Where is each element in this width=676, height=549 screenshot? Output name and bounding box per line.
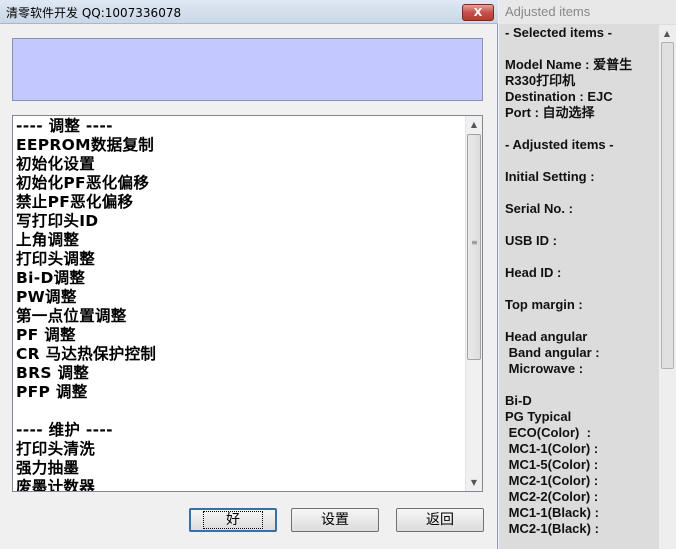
list-item[interactable]: 初始化PF恶化偏移 xyxy=(16,174,464,193)
list-item[interactable]: Bi-D调整 xyxy=(16,269,464,288)
list-item[interactable]: 初始化设置 xyxy=(16,155,464,174)
panel-line: Initial Setting : xyxy=(505,169,595,184)
panel-line: Port : 自动选择 xyxy=(505,105,595,120)
list-item[interactable]: 打印头清洗 xyxy=(16,440,464,459)
list-item[interactable]: CR 马达热保护控制 xyxy=(16,345,464,364)
panel-line xyxy=(505,41,657,57)
list-item[interactable]: EEPROM数据复制 xyxy=(16,136,464,155)
list-item[interactable]: 上角调整 xyxy=(16,231,464,250)
list-item[interactable]: 废墨计数器 xyxy=(16,478,464,491)
list-scrollbar[interactable]: ▲ ≡ ▼ xyxy=(465,116,482,491)
ok-button[interactable]: 好 xyxy=(189,508,277,532)
function-listbox[interactable]: ---- 调整 ---- EEPROM数据复制 初始化设置 初始化PF恶化偏移 禁止PF… xyxy=(12,115,483,492)
list-item[interactable] xyxy=(16,402,464,421)
list-item[interactable]: 写打印头ID xyxy=(16,212,464,231)
panel-line xyxy=(505,185,657,201)
scroll-thumb[interactable]: ≡ xyxy=(467,134,481,360)
list-item[interactable]: BRS 调整 xyxy=(16,364,464,383)
panel-line: Band angular : xyxy=(505,345,600,360)
panel-line: MC1-1(Color) : xyxy=(505,441,599,456)
panel-line: USB ID : xyxy=(505,233,557,248)
panel-line xyxy=(505,217,657,233)
panel-line: Serial No. : xyxy=(505,201,573,216)
ok-button-label: 好 xyxy=(203,511,263,529)
panel-line: MC2-2(Color) : xyxy=(505,489,599,504)
panel-line xyxy=(505,153,657,169)
panel-line: Microwave : xyxy=(505,361,584,376)
list-item[interactable]: ---- 维护 ---- xyxy=(16,421,464,440)
panel-line: PG Typical xyxy=(505,409,572,424)
panel-scroll-thumb[interactable] xyxy=(661,42,674,369)
panel-content: - Selected items - Model Name : 爱普生 R330打印… xyxy=(505,25,657,537)
panel-line xyxy=(505,281,657,297)
panel-line: ECO(Color) : xyxy=(505,425,591,440)
panel-line xyxy=(505,313,657,329)
panel-line: Top margin : xyxy=(505,297,583,312)
scroll-up-arrow-icon[interactable]: ▲ xyxy=(466,116,482,133)
list-item[interactable]: PFP 调整 xyxy=(16,383,464,402)
settings-button[interactable]: 设置 xyxy=(291,508,379,532)
panel-line xyxy=(505,121,657,137)
panel-scrollbar[interactable]: ▲ xyxy=(659,25,676,549)
list-items: ---- 调整 ---- EEPROM数据复制 初始化设置 初始化PF恶化偏移 禁止PF… xyxy=(16,117,464,491)
panel-line: Destination : EJC xyxy=(505,89,613,104)
list-item[interactable]: 打印头调整 xyxy=(16,250,464,269)
panel-line: MC2-1(Black) : xyxy=(505,521,599,536)
panel-line: - Selected items - xyxy=(505,25,612,40)
list-item[interactable]: PF 调整 xyxy=(16,326,464,345)
back-button[interactable]: 返回 xyxy=(396,508,484,532)
window-title: 清零软件开发 QQ:1007336078 xyxy=(6,6,182,20)
status-display-box xyxy=(12,38,483,101)
panel-line: - Adjusted items - xyxy=(505,137,614,152)
list-item[interactable]: 强力抽墨 xyxy=(16,459,464,478)
panel-line: Model Name : 爱普生 xyxy=(505,57,633,72)
panel-line: Head angular xyxy=(505,329,588,344)
panel-line: Bi-D xyxy=(505,393,532,408)
scroll-up-arrow-icon[interactable]: ▲ xyxy=(659,25,675,42)
panel-line: Head ID : xyxy=(505,265,562,280)
adjusted-items-panel: Adjusted items - Selected items - Model N… xyxy=(499,0,676,549)
scroll-down-arrow-icon[interactable]: ▼ xyxy=(466,474,482,491)
grip-icon: ≡ xyxy=(471,238,478,247)
title-bar: 清零软件开发 QQ:1007336078 X xyxy=(0,0,498,24)
list-item[interactable]: 禁止PF恶化偏移 xyxy=(16,193,464,212)
panel-line xyxy=(505,249,657,265)
panel-line: MC1-1(Black) : xyxy=(505,505,599,520)
panel-line: MC1-5(Color) : xyxy=(505,457,599,472)
close-button[interactable]: X xyxy=(462,4,494,21)
panel-title: Adjusted items xyxy=(499,0,676,24)
panel-line: MC2-1(Color) : xyxy=(505,473,599,488)
list-item[interactable]: ---- 调整 ---- xyxy=(16,117,464,136)
list-item[interactable]: PW调整 xyxy=(16,288,464,307)
panel-line: R330打印机 xyxy=(505,73,576,88)
list-item[interactable]: 第一点位置调整 xyxy=(16,307,464,326)
panel-line xyxy=(505,377,657,393)
main-dialog: 清零软件开发 QQ:1007336078 X ---- 调整 ---- EEPRO… xyxy=(0,0,498,549)
